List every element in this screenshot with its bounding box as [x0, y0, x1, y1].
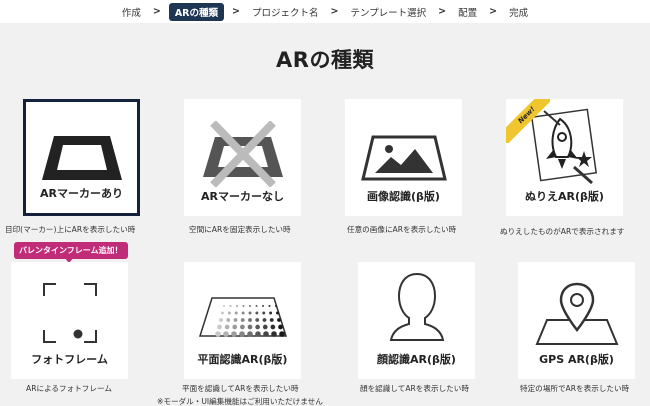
image-landscape-icon: [360, 135, 447, 181]
breadcrumb-project-name[interactable]: プロジェクト名: [248, 5, 323, 19]
breadcrumb: 作成 > ARの種類 > プロジェクト名 > テンプレート選択 > 配置 > 完…: [0, 0, 650, 23]
breadcrumb-ar-type[interactable]: ARの種類: [168, 2, 224, 21]
card-desc: ARによるフォトフレーム: [26, 384, 112, 393]
card-ar-no-marker[interactable]: ARマーカーなし: [184, 99, 301, 216]
card-coloring-ar[interactable]: New! ぬりえAR(β版): [506, 99, 623, 216]
card-desc: 平面を認識してARを表示したい時: [182, 384, 299, 393]
card-label: ARマーカーあり: [40, 187, 123, 200]
card-gps-ar[interactable]: GPS AR(β版): [518, 262, 635, 379]
card-label: 顔認識AR(β版): [377, 353, 456, 366]
card-desc: 目印(マーカー)上にARを表示したい時: [5, 225, 136, 234]
breadcrumb-separator: >: [489, 6, 498, 17]
no-marker-icon: [202, 121, 283, 187]
card-label: ARマーカーなし: [201, 190, 284, 203]
card-label: ぬりえAR(β版): [525, 190, 604, 203]
card-image-recognition[interactable]: 画像認識(β版): [345, 99, 462, 216]
card-desc: 任意の画像にARを表示したい時: [347, 225, 457, 234]
card-plane-recognition[interactable]: 平面認識AR(β版): [184, 262, 301, 379]
breadcrumb-placement[interactable]: 配置: [454, 5, 481, 19]
map-pin-icon: [535, 282, 618, 345]
card-photo-frame[interactable]: フォトフレーム: [11, 262, 128, 379]
new-badge: New!: [506, 99, 550, 143]
breadcrumb-template[interactable]: テンプレート選択: [346, 5, 430, 19]
photo-frame-icon: [42, 283, 97, 343]
card-desc: 空間にARを固定表示したい時: [189, 225, 291, 234]
breadcrumb-complete[interactable]: 完成: [505, 5, 532, 19]
card-desc: 顔を認識してARを表示したい時: [360, 384, 469, 393]
card-label: 平面認識AR(β版): [197, 353, 288, 366]
breadcrumb-separator: >: [152, 6, 161, 17]
marker-frame-icon: [41, 136, 122, 180]
card-ar-marker[interactable]: ARマーカーあり: [23, 99, 140, 216]
card-label: フォトフレーム: [31, 353, 108, 366]
card-label: GPS AR(β版): [539, 353, 614, 366]
page-title: ARの種類: [276, 48, 374, 72]
card-desc: 特定の場所でARを表示したい時: [520, 384, 630, 393]
breadcrumb-separator: >: [438, 6, 447, 17]
card-face-recognition[interactable]: 顔認識AR(β版): [358, 262, 475, 379]
breadcrumb-separator: >: [232, 6, 240, 17]
breadcrumb-separator: >: [330, 6, 339, 17]
card-note: ※モーダル・UI編集機能はご利用いただけません: [157, 397, 323, 406]
breadcrumb-create[interactable]: 作成: [118, 5, 145, 19]
card-label: 画像認識(β版): [367, 190, 440, 203]
plane-dots-icon: [198, 297, 287, 337]
card-desc: ぬりえしたものがARで表示されます: [500, 227, 625, 236]
face-silhouette-icon: [389, 272, 444, 341]
